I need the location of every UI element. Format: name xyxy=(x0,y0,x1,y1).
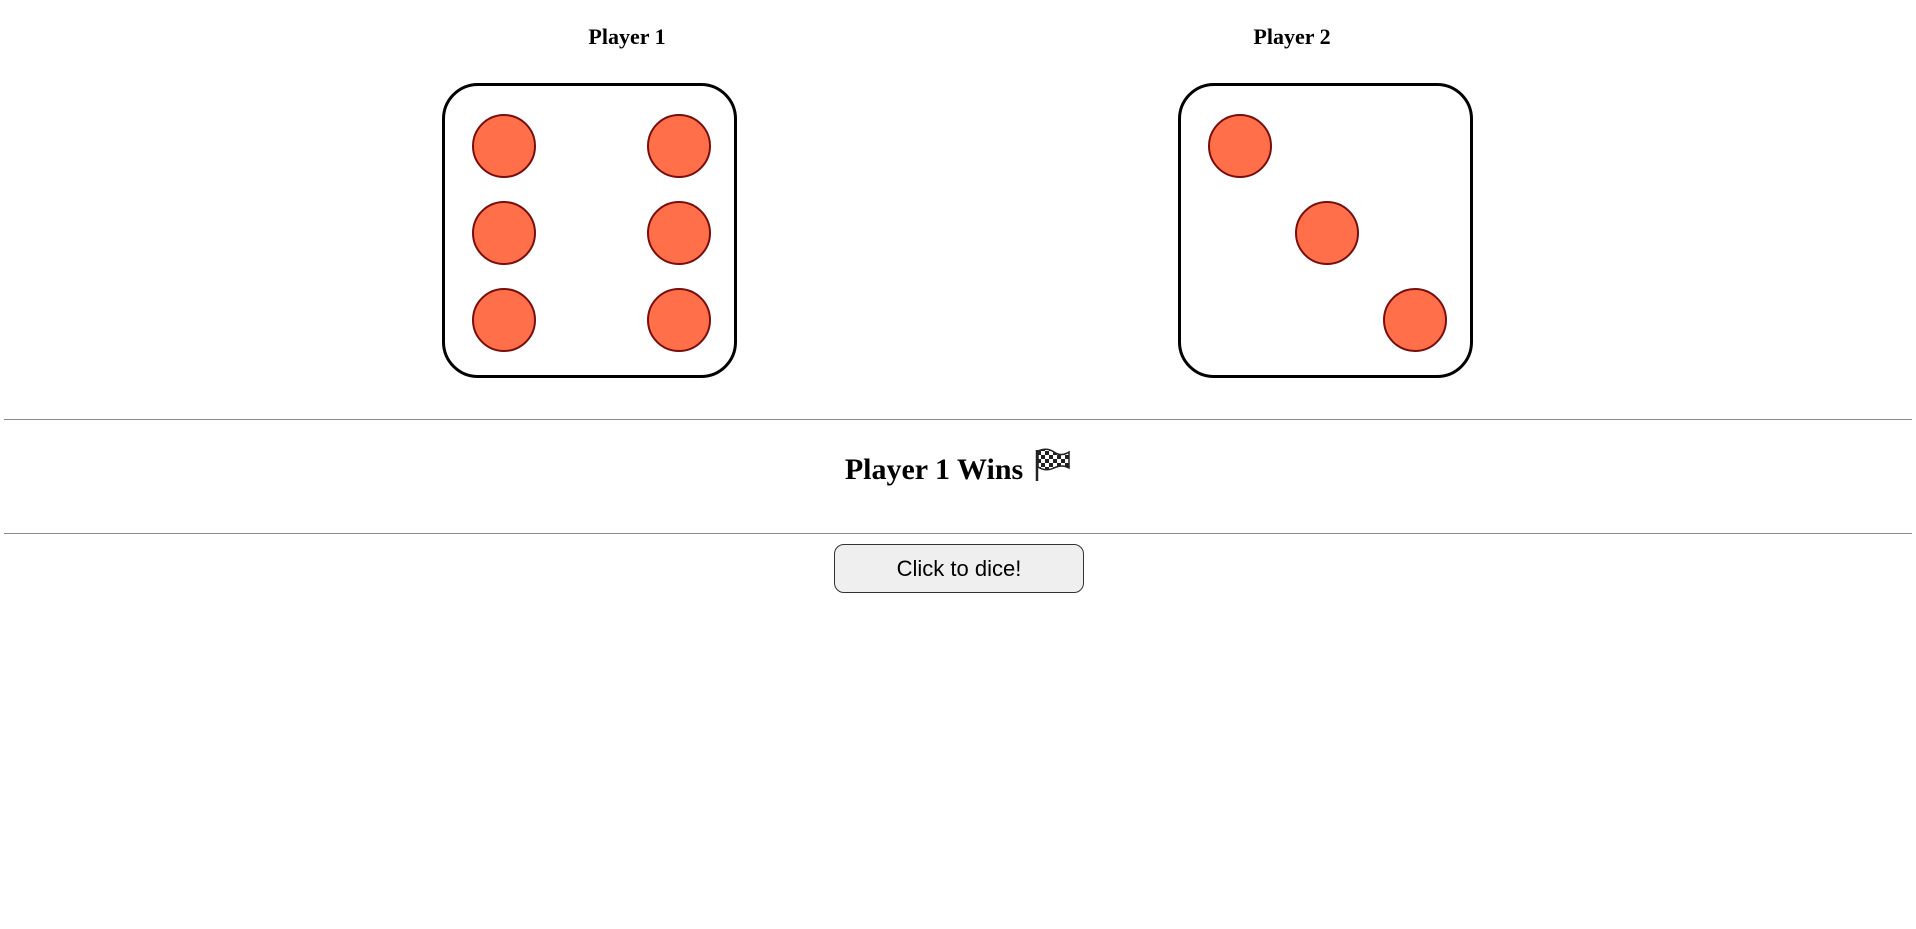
result-heading: Player 1 Wins xyxy=(0,447,1916,491)
die-pip xyxy=(472,201,536,265)
bottom-divider xyxy=(4,533,1912,534)
checkered-flag-icon xyxy=(1033,447,1071,491)
player-1-title: Player 1 xyxy=(588,24,666,49)
player-2-title: Player 2 xyxy=(1253,24,1331,49)
result-text: Player 1 Wins xyxy=(844,453,1024,486)
roll-dice-button[interactable]: Click to dice! xyxy=(834,544,1084,593)
die-pip xyxy=(1383,288,1447,352)
player-2-die xyxy=(1178,83,1473,378)
die-pip xyxy=(1295,201,1359,265)
top-divider xyxy=(4,419,1912,420)
die-pip xyxy=(647,114,711,178)
die-pip xyxy=(472,114,536,178)
die-pip xyxy=(472,288,536,352)
die-pip xyxy=(647,201,711,265)
die-pip xyxy=(647,288,711,352)
player-1-die xyxy=(442,83,737,378)
game-stage: Player 1 Player 2 Player 1 Wins Click to… xyxy=(0,0,1916,929)
die-pip xyxy=(1208,114,1272,178)
